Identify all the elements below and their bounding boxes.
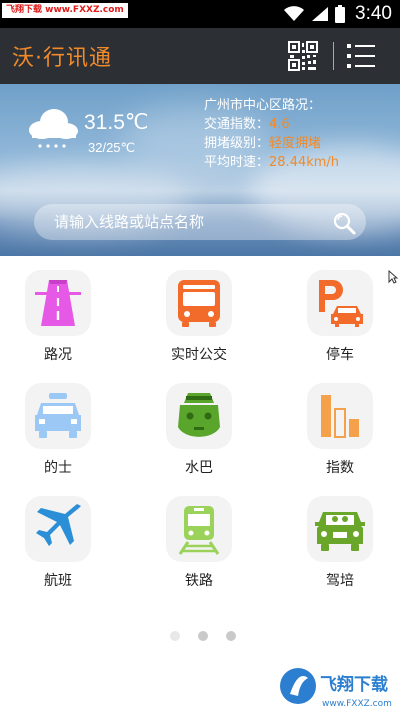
tile-label: 指数 [326, 460, 354, 476]
tile-index[interactable]: 指数 [305, 383, 375, 477]
airplane-icon [36, 504, 81, 546]
menu-list-icon[interactable] [346, 42, 376, 70]
wifi-icon [284, 6, 305, 21]
qr-code-icon[interactable] [288, 41, 318, 71]
signal-icon [312, 7, 329, 21]
snow-cloud-icon [29, 109, 78, 148]
page-dot[interactable] [198, 631, 208, 641]
watermark-bottom: 飞翔下载 www.FXXZ.com [276, 664, 400, 712]
taxi-icon [35, 393, 81, 438]
traffic-speed-row: 平均时速：28.44km/h [204, 153, 339, 172]
page-dot[interactable] [170, 631, 180, 641]
page-indicator [170, 631, 236, 641]
traffic-level-row: 拥堵级别：轻度拥堵 [204, 134, 339, 153]
tile-driving-school[interactable]: 驾培 [305, 496, 375, 590]
temperature-range: 32/25℃ [88, 140, 136, 155]
traffic-index-label: 交通指数： [204, 117, 270, 132]
current-temperature: 31.5℃ [84, 111, 149, 134]
bus-tile-icon-box[interactable] [166, 270, 232, 336]
driving-school-tile-icon-box[interactable] [307, 496, 373, 562]
tile-label: 水巴 [185, 460, 213, 476]
road-icon [35, 280, 81, 326]
tile-label: 铁路 [185, 573, 213, 589]
watermark-url: www.FXXZ.com [322, 699, 392, 709]
tile-label: 实时公交 [171, 347, 227, 363]
traffic-speed-value: 28.44km/h [269, 155, 340, 170]
tile-label: 路况 [44, 347, 72, 363]
traffic-level-value: 轻度拥堵 [269, 136, 322, 151]
tile-parking[interactable]: 停车 [305, 270, 375, 364]
status-icons: 3:40 [283, 3, 392, 25]
search-input[interactable]: 请输入线路或站点名称 [54, 204, 204, 240]
bus-icon [178, 280, 220, 327]
battery-icon [335, 5, 346, 23]
app-title: 沃·行讯通 [12, 46, 112, 71]
parking-icon [319, 280, 363, 327]
traffic-region: 广州市中心区路况： [204, 98, 322, 113]
road-tile-icon-box[interactable] [25, 270, 91, 336]
weather-traffic-banner: 31.5℃ 32/25℃ 广州市中心区路况： 交通指数：4.6 拥堵级别：轻度拥… [0, 84, 400, 256]
watermark-brand: 飞翔下载 [320, 674, 388, 695]
tile-realtime-bus[interactable]: 实时公交 [164, 270, 234, 364]
watermark-top: 飞翔下载 www.FXXZ.com [2, 3, 128, 18]
mouse-cursor-icon [388, 270, 398, 284]
watermark-logo: 飞翔下载 www.FXXZ.com [280, 668, 392, 709]
traffic-summary: 广州市中心区路况： 交通指数：4.6 拥堵级别：轻度拥堵 平均时速：28.44k… [204, 96, 339, 172]
tile-road[interactable]: 路况 [23, 270, 93, 364]
tile-flight[interactable]: 航班 [23, 496, 93, 590]
search-bar[interactable]: 请输入线路或站点名称 [34, 204, 366, 240]
tile-label: 的士 [44, 460, 72, 476]
train-icon [178, 506, 220, 555]
status-bar: 飞翔下载 www.FXXZ.com 3:40 [0, 0, 400, 28]
tile-label: 航班 [44, 573, 72, 589]
header-divider [333, 42, 334, 70]
parking-tile-icon-box[interactable] [307, 270, 373, 336]
taxi-tile-icon-box[interactable] [25, 383, 91, 449]
traffic-speed-label: 平均时速： [204, 155, 270, 170]
tile-ferry[interactable]: 水巴 [164, 383, 234, 477]
ferry-tile-icon-box[interactable] [166, 383, 232, 449]
driving-school-icon [315, 512, 365, 551]
status-time: 3:40 [355, 3, 392, 24]
index-tile-icon-box[interactable] [307, 383, 373, 449]
railway-tile-icon-box[interactable] [166, 496, 232, 562]
traffic-level-label: 拥堵级别： [204, 136, 270, 151]
app-header: 沃·行讯通 [0, 28, 400, 84]
ferry-icon [178, 393, 220, 437]
tile-taxi[interactable]: 的士 [23, 383, 93, 477]
flight-tile-icon-box[interactable] [25, 496, 91, 562]
tile-label: 驾培 [326, 573, 354, 589]
search-icon[interactable] [332, 211, 356, 235]
traffic-index-row: 交通指数：4.6 [204, 115, 339, 134]
page-dot[interactable] [226, 631, 236, 641]
tile-label: 停车 [326, 347, 354, 363]
tile-railway[interactable]: 铁路 [164, 496, 234, 590]
bar-chart-icon [321, 395, 359, 438]
traffic-index-value: 4.6 [269, 117, 290, 132]
